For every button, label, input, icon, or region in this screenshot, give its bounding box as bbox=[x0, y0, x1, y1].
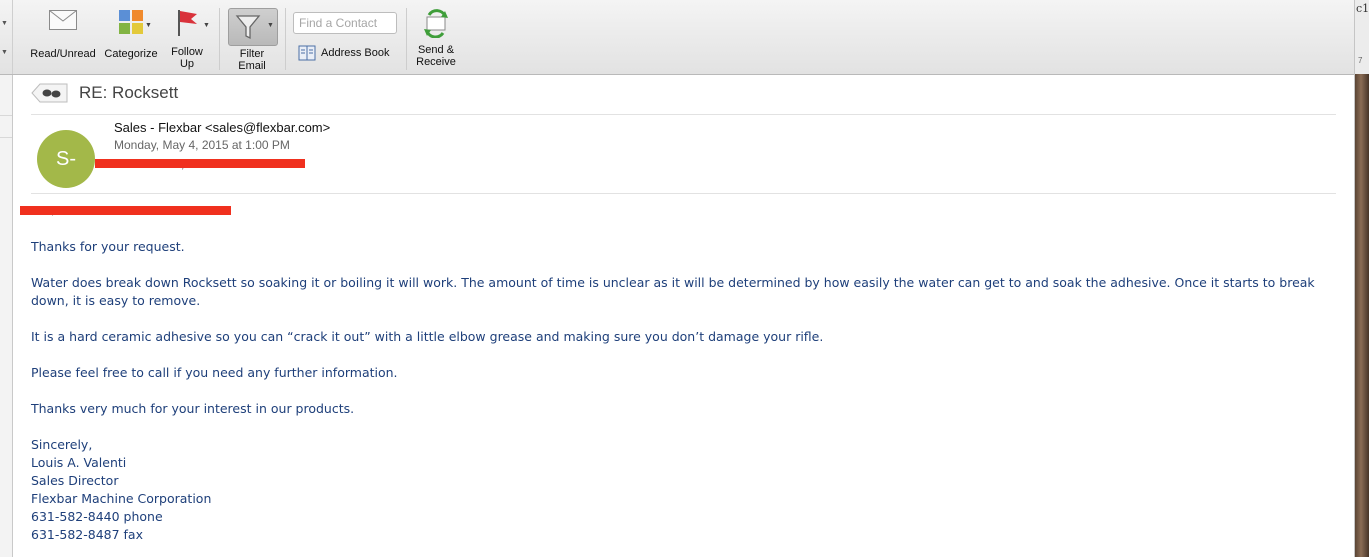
divider bbox=[31, 193, 1336, 194]
body-paragraph: It is a hard ceramic adhesive so you can… bbox=[31, 329, 824, 344]
chevron-down-icon[interactable]: ▼ bbox=[1, 20, 8, 27]
read-unread-button[interactable]: Read/Unread bbox=[28, 8, 98, 60]
filter-email-label-wrap: Filter Email bbox=[228, 48, 276, 72]
signature-fax: 631-582-8487 fax bbox=[31, 527, 143, 542]
redaction-bar bbox=[95, 159, 305, 168]
toolbar-left-stub: ▼ ▼ bbox=[0, 0, 13, 74]
funnel-icon bbox=[235, 15, 261, 40]
body-paragraph: Please feel free to call if you need any… bbox=[31, 365, 398, 380]
toolbar-separator bbox=[219, 8, 220, 70]
body-paragraph: Water does break down Rocksett so soakin… bbox=[31, 275, 1315, 308]
conversation-icon[interactable] bbox=[31, 83, 69, 103]
message-body: Thanks for your request. Water does brea… bbox=[31, 238, 1349, 544]
send-receive-button[interactable]: Send & Receive bbox=[412, 8, 460, 68]
message-subject: RE: Rocksett bbox=[79, 83, 179, 102]
chevron-down-icon[interactable]: ▼ bbox=[203, 22, 210, 29]
body-paragraph: Thanks for your request. bbox=[31, 239, 185, 254]
message-list-pane-edge[interactable] bbox=[0, 75, 13, 557]
body-paragraph: Thanks very much for your interest in ou… bbox=[31, 401, 355, 416]
message-date: Monday, May 4, 2015 at 1:00 PM bbox=[114, 138, 290, 152]
chevron-down-icon[interactable]: ▼ bbox=[267, 22, 274, 29]
flag-icon bbox=[178, 10, 197, 36]
read-unread-label: Read/Unread bbox=[30, 48, 96, 60]
reading-pane: RE: Rocksett S- Sales - Flexbar <sales@f… bbox=[13, 75, 1354, 557]
sender-address[interactable]: Sales - Flexbar <sales@flexbar.com> bbox=[114, 120, 330, 135]
divider bbox=[31, 114, 1336, 115]
avatar: S- bbox=[37, 130, 95, 188]
filter-email-button[interactable]: ▼ bbox=[228, 8, 278, 46]
signature-phone: 631-582-8440 phone bbox=[31, 509, 163, 524]
avatar-initials: S- bbox=[56, 148, 76, 170]
signature-closing: Sincerely, bbox=[31, 437, 93, 452]
divider bbox=[0, 115, 12, 116]
signature-company: Flexbar Machine Corporation bbox=[31, 491, 212, 506]
toolbar-separator bbox=[406, 8, 407, 70]
send-receive-label: Send & Receive bbox=[416, 44, 456, 68]
categorize-label: Categorize bbox=[104, 48, 158, 60]
envelope-icon bbox=[49, 10, 77, 30]
follow-up-button[interactable]: Follow Up bbox=[166, 8, 208, 70]
divider bbox=[0, 137, 12, 138]
signature-title: Sales Director bbox=[31, 473, 119, 488]
chevron-down-icon[interactable]: ▼ bbox=[1, 49, 8, 56]
follow-up-label: Follow Up bbox=[171, 46, 203, 70]
find-contact-input[interactable] bbox=[293, 12, 397, 34]
ribbon-toolbar: ▼ ▼ Read/Unread Categorize ▼ Follow Up ▼ bbox=[0, 0, 1354, 75]
background-window-edge: c1 7 bbox=[1354, 0, 1369, 557]
background-text: c1 bbox=[1356, 2, 1369, 15]
categories-icon bbox=[119, 10, 143, 34]
address-book-label: Address Book bbox=[321, 47, 390, 59]
address-book-button[interactable]: Address Book bbox=[298, 45, 389, 61]
filter-email-label: Filter Email bbox=[238, 48, 266, 72]
signature-name: Louis A. Valenti bbox=[31, 455, 127, 470]
redaction-bar bbox=[20, 206, 231, 215]
background-text-small: 7 bbox=[1358, 56, 1363, 65]
background-image bbox=[1355, 74, 1369, 557]
address-book-icon bbox=[298, 45, 316, 61]
subject-bar: RE: Rocksett bbox=[31, 81, 178, 105]
chevron-down-icon[interactable]: ▼ bbox=[145, 22, 152, 29]
send-receive-icon bbox=[424, 9, 448, 38]
toolbar-separator bbox=[285, 8, 286, 70]
categorize-button[interactable]: Categorize bbox=[101, 8, 161, 60]
